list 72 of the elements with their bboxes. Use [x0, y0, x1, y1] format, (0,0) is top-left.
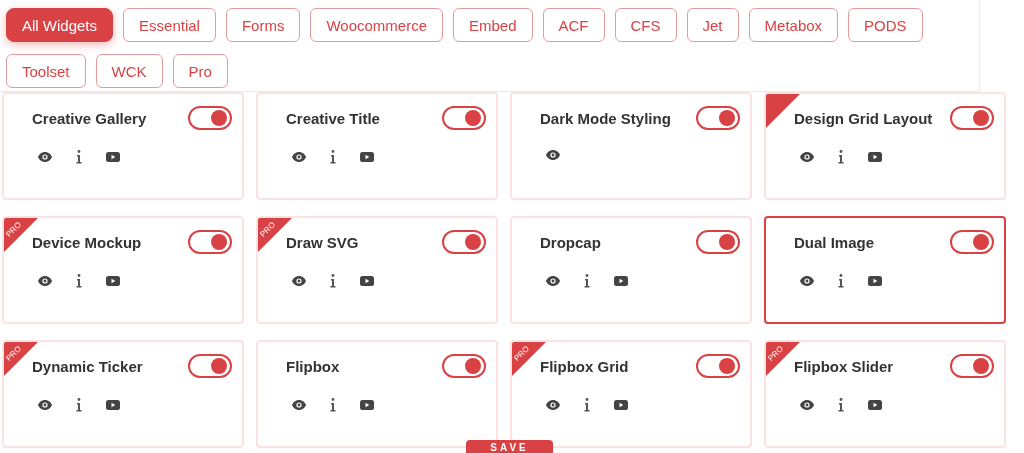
eye-icon[interactable]: [546, 400, 560, 410]
widget-title: Device Mockup: [32, 233, 142, 251]
filter-tab[interactable]: Jet: [686, 8, 739, 42]
widget-title: Flipbox: [286, 357, 340, 375]
filter-tab[interactable]: Essential: [123, 8, 216, 42]
filter-tab[interactable]: PODS: [848, 8, 923, 42]
video-play-icon[interactable]: [614, 276, 628, 286]
eye-icon[interactable]: [546, 150, 560, 160]
widget-title: Draw SVG: [286, 233, 359, 251]
video-play-icon[interactable]: [106, 400, 120, 410]
eye-icon[interactable]: [292, 276, 306, 286]
info-icon[interactable]: [330, 274, 336, 288]
info-icon[interactable]: [584, 398, 590, 412]
info-icon[interactable]: [838, 150, 844, 164]
video-play-icon[interactable]: [360, 152, 374, 162]
eye-icon[interactable]: [292, 152, 306, 162]
toggle-switch[interactable]: [442, 106, 486, 130]
info-icon[interactable]: [330, 398, 336, 412]
toggle-switch[interactable]: [696, 354, 740, 378]
filter-tab[interactable]: Forms: [225, 8, 301, 42]
video-play-icon[interactable]: [360, 400, 374, 410]
info-icon[interactable]: [584, 274, 590, 288]
toggle-switch[interactable]: [696, 230, 740, 254]
video-play-icon[interactable]: [868, 276, 882, 286]
widget-title: Creative Title: [286, 109, 380, 127]
widget-title: Dynamic Ticker: [32, 357, 143, 375]
widget-title: Flipbox Grid: [540, 357, 629, 375]
filter-tab[interactable]: Pro: [172, 54, 228, 88]
info-icon[interactable]: [76, 398, 82, 412]
info-icon[interactable]: [330, 150, 336, 164]
filter-tab[interactable]: ACF: [542, 8, 605, 42]
eye-icon[interactable]: [38, 276, 52, 286]
filter-tab[interactable]: Embed: [453, 8, 533, 42]
filter-tab[interactable]: Toolset: [6, 54, 86, 88]
video-play-icon[interactable]: [106, 276, 120, 286]
eye-icon[interactable]: [800, 276, 814, 286]
toggle-switch[interactable]: [950, 354, 994, 378]
video-play-icon[interactable]: [614, 400, 628, 410]
toggle-switch[interactable]: [950, 230, 994, 254]
video-play-icon[interactable]: [360, 276, 374, 286]
filter-tab[interactable]: Woocommerce: [310, 8, 443, 42]
info-icon[interactable]: [76, 274, 82, 288]
filter-tab[interactable]: Metabox: [748, 8, 839, 42]
widget-title: Dropcap: [540, 233, 601, 251]
info-icon[interactable]: [76, 150, 82, 164]
toggle-switch[interactable]: [188, 230, 232, 254]
toggle-switch[interactable]: [188, 354, 232, 378]
video-play-icon[interactable]: [868, 152, 882, 162]
eye-icon[interactable]: [292, 400, 306, 410]
widget-title: Creative Gallery: [32, 109, 147, 127]
widget-title: Dark Mode Styling: [540, 109, 671, 127]
eye-icon[interactable]: [38, 400, 52, 410]
info-icon[interactable]: [838, 274, 844, 288]
video-play-icon[interactable]: [868, 400, 882, 410]
widget-title: Flipbox Slider: [794, 357, 894, 375]
eye-icon[interactable]: [800, 400, 814, 410]
toggle-switch[interactable]: [188, 106, 232, 130]
info-icon[interactable]: [838, 398, 844, 412]
toggle-switch[interactable]: [950, 106, 994, 130]
eye-icon[interactable]: [800, 152, 814, 162]
eye-icon[interactable]: [546, 276, 560, 286]
video-play-icon[interactable]: [106, 152, 120, 162]
save-button[interactable]: SAVE: [466, 440, 553, 453]
widget-title: Dual Image: [794, 233, 875, 251]
filter-tab[interactable]: WCK: [95, 54, 163, 88]
widget-title: Design Grid Layout: [794, 109, 933, 127]
filter-tab[interactable]: All Widgets: [6, 8, 114, 42]
toggle-switch[interactable]: [442, 230, 486, 254]
eye-icon[interactable]: [38, 152, 52, 162]
filter-tab[interactable]: CFS: [614, 8, 677, 42]
toggle-switch[interactable]: [442, 354, 486, 378]
toggle-switch[interactable]: [696, 106, 740, 130]
